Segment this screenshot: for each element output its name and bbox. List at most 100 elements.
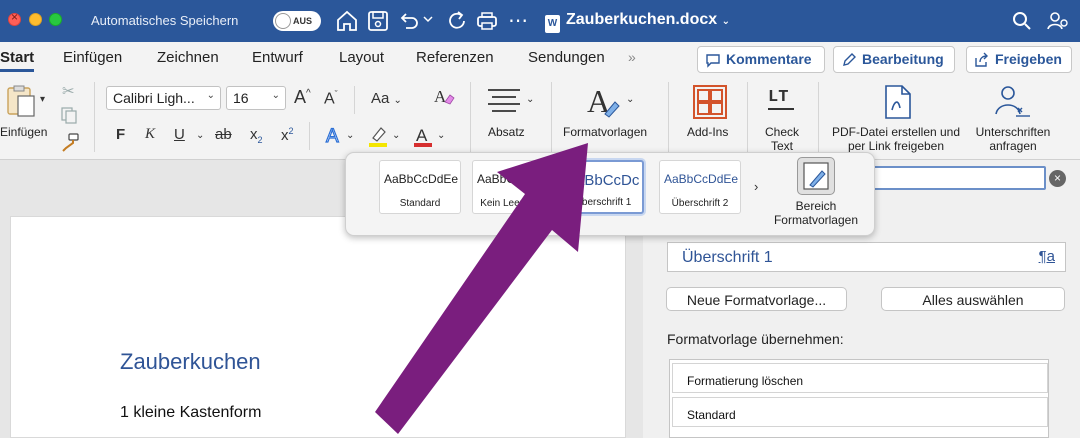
styles-pane-button[interactable]: [797, 157, 835, 195]
style-name: Kein Leerraum: [480, 198, 546, 209]
chevron-down-icon[interactable]: ⌄: [526, 94, 534, 105]
more-icon[interactable]: ⋯: [508, 8, 532, 32]
tab-references[interactable]: Referenzen: [416, 49, 494, 66]
underline-dropdown-icon[interactable]: ⌄: [196, 130, 204, 141]
zoom-window-button[interactable]: [49, 13, 62, 26]
tab-layout[interactable]: Layout: [339, 49, 384, 66]
svg-text:A: A: [434, 87, 447, 106]
pdf-icon[interactable]: [880, 84, 914, 120]
comments-label: Kommentare: [726, 51, 812, 67]
paragraph-icon[interactable]: [486, 86, 522, 116]
share-icon: [975, 52, 988, 67]
shrink-font-icon[interactable]: Aˇ: [324, 89, 338, 108]
autosave-label: Automatisches Speichern: [91, 13, 239, 28]
clear-formatting-icon[interactable]: A: [433, 86, 455, 108]
undo-icon[interactable]: [397, 9, 421, 33]
chevron-down-icon[interactable]: ⌄: [346, 130, 354, 141]
clear-search-icon[interactable]: ×: [1049, 170, 1066, 187]
current-style-field[interactable]: Überschrift 1 ¶a: [667, 242, 1066, 272]
font-name-dropdown[interactable]: Calibri Ligh... ⌄: [106, 86, 221, 110]
font-size-value: 16: [233, 90, 249, 106]
tab-design[interactable]: Entwurf: [252, 49, 303, 66]
document-title[interactable]: W Zauberkuchen.docx ⌄: [545, 11, 730, 33]
paste-dropdown-icon[interactable]: ▾: [40, 94, 45, 105]
signature-label: Unterschriften anfragen: [975, 125, 1051, 153]
tab-insert[interactable]: Einfügen: [63, 49, 122, 66]
highlight-icon[interactable]: [367, 124, 389, 148]
document-name: Zauberkuchen.docx: [566, 11, 718, 28]
new-style-button[interactable]: Neue Formatvorlage...: [666, 287, 847, 311]
svg-text:A: A: [326, 126, 339, 146]
copy-icon[interactable]: [60, 106, 78, 124]
save-icon[interactable]: [366, 9, 390, 33]
list-item[interactable]: Formatierung löschen: [672, 363, 1048, 393]
style-card-standard[interactable]: AaBbCcDdEe Standard: [379, 160, 461, 214]
document-text-line[interactable]: 1 kleine Kastenform: [120, 404, 261, 422]
undo-dropdown-icon[interactable]: [422, 12, 434, 36]
font-size-dropdown[interactable]: 16 ⌄: [226, 86, 286, 110]
format-painter-icon[interactable]: [60, 132, 80, 152]
apply-style-label: Formatvorlage übernehmen:: [667, 331, 844, 347]
text-effects-icon[interactable]: A: [324, 124, 346, 146]
style-name: Überschrift 2: [671, 198, 729, 209]
tab-draw[interactable]: Zeichnen: [157, 49, 219, 66]
superscript-button[interactable]: x2: [281, 126, 294, 144]
font-name-value: Calibri Ligh...: [113, 90, 195, 106]
strikethrough-button[interactable]: ab: [215, 126, 232, 143]
styles-icon[interactable]: A: [587, 82, 621, 120]
pencil-icon: [843, 53, 856, 66]
chevron-down-icon[interactable]: ⌄: [626, 94, 634, 105]
paragraph-label: Absatz: [488, 125, 525, 139]
share-button[interactable]: Freigeben: [966, 46, 1072, 73]
underline-button[interactable]: U: [174, 126, 185, 143]
editing-label: Bearbeitung: [862, 51, 944, 67]
styles-pane-label: Bereich Formatvorlagen: [773, 199, 859, 227]
change-case-button[interactable]: Aa ⌄: [371, 90, 402, 107]
list-item[interactable]: Standard: [672, 397, 1048, 427]
grow-font-icon[interactable]: A^: [294, 87, 311, 108]
select-all-button[interactable]: Alles auswählen: [881, 287, 1065, 311]
italic-button[interactable]: K: [145, 126, 155, 143]
minimize-window-button[interactable]: [29, 13, 42, 26]
chevron-down-icon[interactable]: ⌄: [437, 130, 445, 141]
editing-button[interactable]: Bearbeitung: [833, 46, 955, 73]
scissors-icon[interactable]: ✂: [62, 82, 75, 100]
style-card-heading-1[interactable]: AaBbCcDc Überschrift 1: [562, 160, 644, 214]
chevron-down-icon[interactable]: ⌄: [392, 130, 400, 141]
title-bar: Automatisches Speichern AUS ⋯ W Zauberkuc…: [0, 0, 1080, 42]
gallery-next-icon[interactable]: ›: [754, 179, 758, 194]
redo-icon[interactable]: [445, 9, 469, 33]
style-preview: AaBbCcDdEe: [384, 172, 459, 186]
bold-button[interactable]: F: [116, 126, 125, 143]
add-ins-icon[interactable]: [692, 84, 728, 120]
paste-icon[interactable]: [4, 84, 38, 118]
tab-mailings[interactable]: Sendungen: [528, 49, 605, 66]
word-doc-icon: W: [545, 15, 560, 33]
comments-button[interactable]: Kommentare: [697, 46, 825, 73]
style-card-no-spacing[interactable]: AaBbCcDdEe Kein Leerraum: [472, 160, 554, 214]
font-color-icon[interactable]: A: [412, 124, 434, 148]
home-icon[interactable]: [335, 9, 359, 33]
document-heading[interactable]: Zauberkuchen: [120, 349, 261, 375]
styles-gallery: AaBbCcDdEe Standard AaBbCcDdEe Kein Leer…: [345, 152, 875, 236]
more-tabs-icon[interactable]: »: [628, 49, 636, 65]
languagetool-icon[interactable]: LT: [768, 88, 794, 110]
styles-label[interactable]: Formatvorlagen: [563, 125, 647, 139]
comment-icon: [706, 54, 720, 68]
ribbon-tabs: Start Einfügen Zeichnen Entwurf Layout R…: [0, 42, 1080, 74]
tab-start[interactable]: Start: [0, 49, 35, 72]
style-preview: AaBbCcDdEe: [477, 172, 552, 186]
print-icon[interactable]: [475, 9, 499, 33]
close-window-button[interactable]: [8, 10, 21, 26]
signature-icon[interactable]: [994, 84, 1030, 120]
chevron-down-icon: ⌄: [721, 16, 730, 27]
account-icon[interactable]: [1046, 9, 1070, 33]
styles-search-input[interactable]: [870, 166, 1046, 190]
search-icon[interactable]: [1010, 9, 1034, 33]
subscript-button[interactable]: x2: [250, 126, 263, 145]
document-page[interactable]: [10, 216, 626, 438]
style-list[interactable]: Formatierung löschen Standard: [669, 359, 1049, 438]
style-card-heading-2[interactable]: AaBbCcDdEe Überschrift 2: [659, 160, 741, 214]
autosave-toggle[interactable]: AUS: [273, 11, 321, 31]
autosave-state: AUS: [293, 16, 313, 26]
